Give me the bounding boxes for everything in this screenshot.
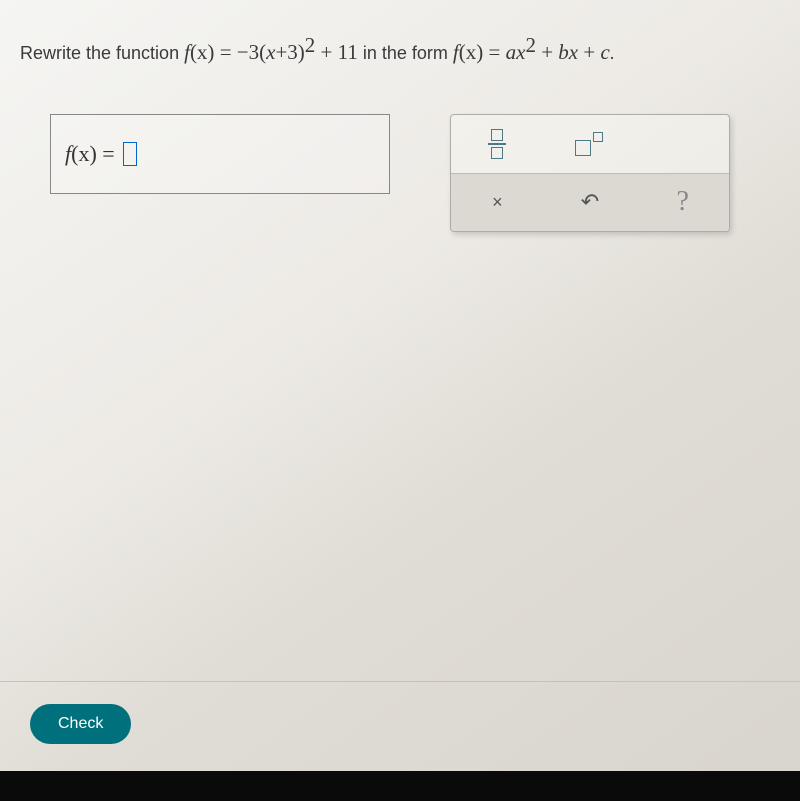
clear-button[interactable]: × (451, 174, 544, 231)
undo-button[interactable]: ↶ (544, 174, 637, 231)
answer-input-box[interactable]: f(x) = (50, 114, 390, 194)
screen-bezel (0, 771, 800, 801)
check-button[interactable]: Check (30, 704, 131, 744)
help-button[interactable]: ? (636, 174, 729, 231)
fraction-tool-button[interactable] (451, 115, 544, 173)
answer-label: f(x) = (65, 141, 115, 167)
fraction-icon (488, 129, 506, 159)
exponent-icon (575, 132, 605, 156)
math-tool-palette: × ↶ ? (450, 114, 730, 232)
undo-icon: ↶ (581, 189, 599, 215)
exponent-tool-button[interactable] (544, 115, 637, 173)
help-icon: ? (676, 186, 688, 218)
question-prompt: Rewrite the function f(x) = −3(x+3)2 + 1… (20, 30, 780, 69)
math-input-field[interactable] (123, 142, 137, 166)
footer: Check (0, 681, 800, 766)
close-icon: × (492, 192, 503, 213)
